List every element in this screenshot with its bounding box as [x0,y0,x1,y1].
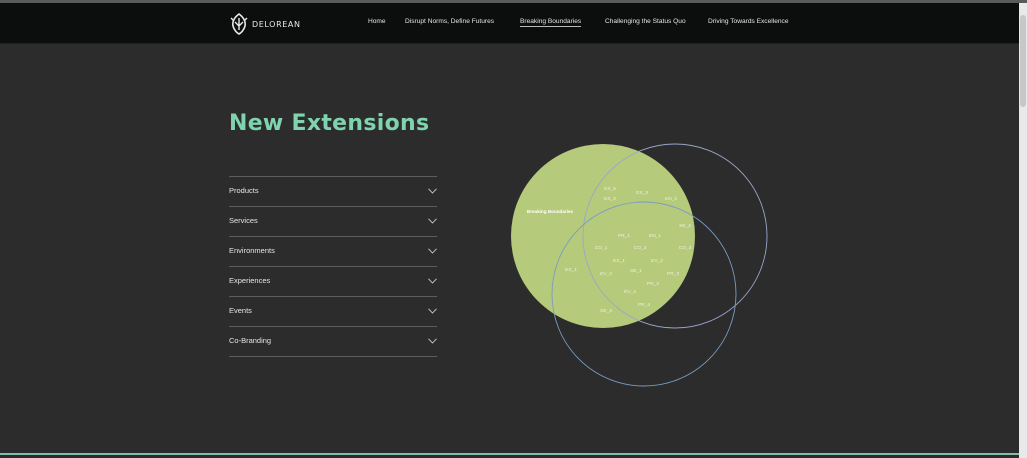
venn-label: PR_4 [638,302,650,308]
venn-label: PR_1 [618,233,630,239]
venn-label: PR_2 [647,281,659,287]
venn-label: EX_1 [565,267,577,273]
venn-label: SE_2 [679,223,691,229]
venn-label: EX_3 [636,190,648,196]
venn-label: CO_1 [595,245,608,251]
venn-label: EX_2 [604,196,616,202]
venn-label: EN_2 [665,196,677,202]
venn-circle-filled[interactable] [511,144,695,328]
venn-label: SE_1 [630,268,642,274]
venn-circle-label: Breaking Boundaries [527,209,574,214]
venn-label: SE_3 [600,308,612,314]
venn-label: CO_3 [679,245,692,251]
venn-label: EV_2 [651,258,663,264]
page-scrollbar[interactable] [1019,3,1027,458]
venn-label: EV_3 [600,271,612,277]
venn-label: EV_4 [624,289,636,295]
footer-divider [0,453,1019,455]
venn-label: EN_1 [649,233,661,239]
venn-label: EX_5 [604,186,616,192]
venn-diagram: Breaking Boundaries EX_5 EX_2 EX_3 EN_2 … [511,143,768,387]
venn-label: EX_1 [613,258,625,264]
venn-label: CO_2 [634,245,647,251]
venn-label: PR_3 [667,271,679,277]
scrollbar-thumb[interactable] [1020,15,1026,107]
